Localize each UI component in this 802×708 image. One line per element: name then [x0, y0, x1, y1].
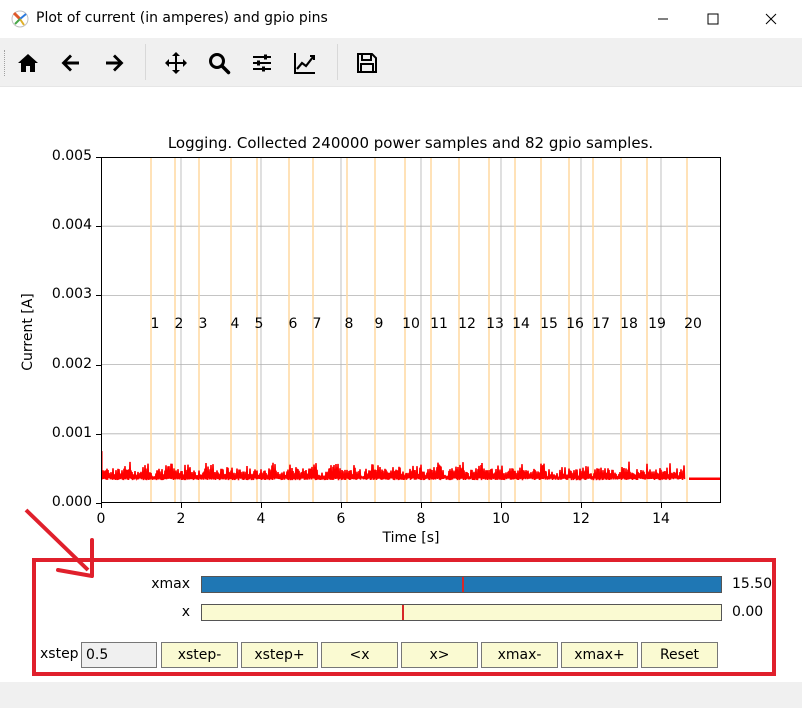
control-button-6[interactable]: Reset [641, 642, 718, 668]
y-tick-label: 0.004 [51, 217, 92, 234]
plot-area[interactable]: 1 2 3 4 5 6 7 8 9 10 11 12 13 14 15 16 17 18 19 20 [101, 157, 721, 503]
gpio-label: 6 [289, 316, 298, 332]
gpio-label: 16 [566, 316, 584, 332]
x-axis-label: Time [s] [382, 530, 440, 546]
x-slider-label: x [181, 604, 190, 620]
chart-title: Logging. Collected 240000 power samples … [167, 134, 654, 152]
control-button-0[interactable]: xstep- [161, 642, 238, 668]
zoom-button[interactable] [202, 46, 236, 80]
y-tick-mark [96, 433, 101, 435]
x-tick-label: 12 [572, 511, 590, 527]
gpio-label: 9 [375, 316, 384, 332]
y-tick-label: 0.002 [51, 355, 92, 372]
back-icon [61, 54, 79, 72]
gpio-label: 5 [255, 316, 264, 332]
x-tick-label: 14 [652, 511, 670, 527]
zoom-icon [209, 53, 231, 75]
gpio-label: 4 [231, 316, 240, 332]
x-tick-label: 6 [336, 511, 346, 527]
x-tick-label: 10 [492, 511, 510, 527]
x-tick-label: 4 [256, 511, 266, 527]
home-icon [18, 54, 38, 72]
window-title: Plot of current (in amperes) and gpio pi… [36, 10, 328, 26]
maximize-icon [707, 13, 719, 25]
xstep-label: xstep [40, 646, 79, 662]
gpio-label: 12 [458, 316, 476, 332]
gpio-label: 1 [151, 316, 160, 332]
close-icon [765, 13, 777, 25]
configure-subplots-icon [253, 54, 271, 72]
forward-icon [106, 54, 124, 72]
save-icon [357, 53, 377, 73]
control-button-2[interactable]: <x [321, 642, 398, 668]
x-tick-mark [501, 503, 502, 508]
app-icon [10, 9, 30, 29]
back-button[interactable] [54, 46, 88, 80]
pan-button[interactable] [159, 46, 193, 80]
control-button-4[interactable]: xmax- [481, 642, 558, 668]
gpio-label: 8 [345, 316, 354, 332]
toolbar-separator [337, 44, 338, 80]
y-tick-label: 0.001 [51, 424, 92, 441]
gpio-label: 17 [592, 316, 610, 332]
y-tick-label: 0.003 [51, 286, 92, 303]
edit-axis-icon [294, 53, 315, 74]
gpio-label: 3 [199, 316, 208, 332]
x-tick-mark [181, 503, 182, 508]
minimize-button[interactable] [640, 0, 686, 38]
toolbar-separator [145, 44, 146, 80]
gpio-label: 18 [620, 316, 638, 332]
xmax-slider[interactable] [201, 576, 722, 593]
x-tick-mark [261, 503, 262, 508]
pan-icon [165, 52, 187, 74]
x-tick-mark [421, 503, 422, 508]
control-button-3[interactable]: x> [401, 642, 478, 668]
gpio-label: 15 [540, 316, 558, 332]
close-button[interactable] [748, 0, 794, 38]
xmax-slider-label: xmax [151, 576, 190, 592]
gpio-label: 20 [684, 316, 702, 332]
xstep-input[interactable]: 0.5 [81, 642, 157, 668]
x-tick-mark [341, 503, 342, 508]
x-tick-mark [661, 503, 662, 508]
y-tick-mark [96, 295, 101, 297]
maximize-button[interactable] [690, 0, 736, 38]
gpio-label: 2 [175, 316, 184, 332]
home-button[interactable] [11, 46, 45, 80]
x-tick-mark [581, 503, 582, 508]
x-tick-label: 2 [176, 511, 186, 527]
xmax-slider-handle[interactable] [461, 577, 464, 592]
y-tick-mark [96, 364, 101, 366]
minimize-icon [658, 18, 668, 20]
gpio-label: 19 [648, 316, 666, 332]
control-button-5[interactable]: xmax+ [561, 642, 638, 668]
configure-subplots-button[interactable] [245, 46, 279, 80]
x-slider-handle[interactable] [401, 605, 404, 620]
x-slider[interactable] [201, 604, 722, 621]
forward-button[interactable] [97, 46, 131, 80]
gpio-label: 10 [402, 316, 420, 332]
gpio-label: 7 [313, 316, 322, 332]
save-button[interactable] [350, 46, 384, 80]
status-bar [0, 682, 802, 708]
control-button-1[interactable]: xstep+ [241, 642, 318, 668]
gpio-label: 13 [486, 316, 504, 332]
y-tick-label: 0.005 [51, 148, 92, 164]
y-tick-mark [96, 226, 101, 228]
toolbar-grip [4, 50, 9, 76]
edit-axis-button[interactable] [288, 46, 322, 80]
gpio-label: 14 [512, 316, 530, 332]
gpio-label: 11 [430, 316, 448, 332]
x-slider-value: 0.00 [732, 604, 764, 620]
xmax-slider-value: 15.50 [732, 576, 773, 592]
x-tick-label: 8 [416, 511, 426, 527]
y-tick-mark [96, 157, 101, 158]
